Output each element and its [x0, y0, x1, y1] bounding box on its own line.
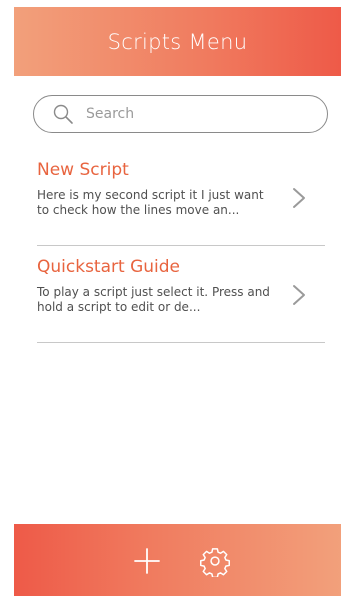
- script-title: New Script: [37, 160, 129, 180]
- bottom-toolbar: [14, 524, 341, 596]
- plus-icon: [134, 548, 160, 574]
- add-script-button[interactable]: [132, 546, 162, 576]
- search-bar[interactable]: [33, 95, 328, 133]
- search-input[interactable]: [84, 105, 288, 123]
- script-list-item[interactable]: New Script Here is my second script it I…: [37, 160, 325, 246]
- app-header: Scripts Menu: [14, 7, 341, 76]
- settings-button[interactable]: [200, 546, 230, 577]
- search-icon: [52, 103, 74, 125]
- script-title: Quickstart Guide: [37, 257, 180, 277]
- chevron-right-icon: [291, 283, 307, 307]
- script-list-item[interactable]: Quickstart Guide To play a script just s…: [37, 257, 325, 343]
- page-title: Scripts Menu: [107, 29, 248, 54]
- chevron-right-icon: [291, 186, 307, 210]
- gear-icon: [200, 548, 230, 577]
- script-description: To play a script just select it. Press a…: [37, 285, 270, 314]
- script-description: Here is my second script it I just want …: [37, 188, 264, 217]
